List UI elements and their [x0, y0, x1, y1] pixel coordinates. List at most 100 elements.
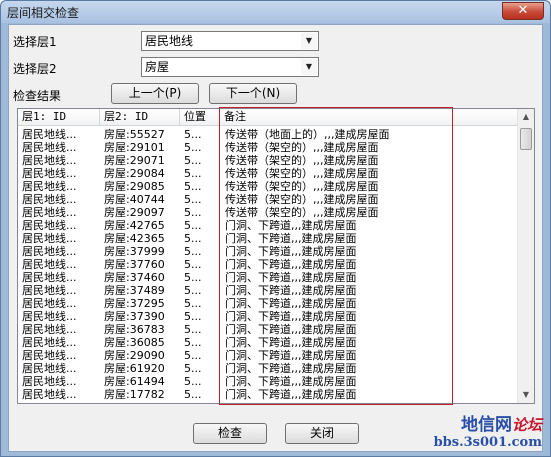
- cell-position: 5...: [184, 219, 202, 232]
- cell-layer1-id: 居民地线...: [22, 167, 77, 180]
- table-row[interactable]: 居民地线... 房屋:36783 5... 门洞、下跨道,,,建成房屋面: [18, 323, 518, 336]
- cell-remark: 传送带（架空的）,,,建成房屋面: [225, 180, 379, 193]
- table-row[interactable]: 居民地线... 房屋:29071 5... 传送带（架空的）,,,建成房屋面: [18, 154, 518, 167]
- cell-layer1-id: 居民地线...: [22, 245, 77, 258]
- table-row[interactable]: 居民地线... 房屋:37390 5... 门洞、下跨道,,,建成房屋面: [18, 310, 518, 323]
- cell-remark: 传送带（架空的）,,,建成房屋面: [225, 167, 379, 180]
- table-row[interactable]: 居民地线... 房屋:29084 5... 传送带（架空的）,,,建成房屋面: [18, 167, 518, 180]
- table-row[interactable]: 居民地线... 房屋:55527 5... 传送带（地面上的）,,,建成房屋面: [18, 128, 518, 141]
- cell-remark: 门洞、下跨道,,,建成房屋面: [225, 245, 357, 258]
- layer1-select[interactable]: 居民地线 ▼: [141, 31, 319, 51]
- cell-position: 5...: [184, 349, 202, 362]
- table-row[interactable]: 居民地线... 房屋:61494 5... 门洞、下跨道,,,建成房屋面: [18, 375, 518, 388]
- table-row[interactable]: 居民地线... 房屋:40744 5... 传送带（架空的）,,,建成房屋面: [18, 193, 518, 206]
- cell-position: 5...: [184, 258, 202, 271]
- cell-layer1-id: 居民地线...: [22, 310, 77, 323]
- cell-position: 5...: [184, 388, 202, 401]
- cell-position: 5...: [184, 128, 202, 141]
- close-window-button[interactable]: ✕: [502, 2, 544, 20]
- table-row[interactable]: 居民地线... 房屋:37295 5... 门洞、下跨道,,,建成房屋面: [18, 297, 518, 310]
- table-row[interactable]: 居民地线... 房屋:29097 5... 传送带（架空的）,,,建成房屋面: [18, 206, 518, 219]
- cell-layer1-id: 居民地线...: [22, 258, 77, 271]
- cell-remark: 门洞、下跨道,,,建成房屋面: [225, 323, 357, 336]
- table-row[interactable]: 居民地线... 房屋:61920 5... 门洞、下跨道,,,建成房屋面: [18, 362, 518, 375]
- table-row[interactable]: 居民地线... 房屋:37489 5... 门洞、下跨道,,,建成房屋面: [18, 284, 518, 297]
- cell-remark: 门洞、下跨道,,,建成房屋面: [225, 336, 357, 349]
- cell-layer1-id: 居民地线...: [22, 388, 77, 401]
- cell-remark: 门洞、下跨道,,,建成房屋面: [225, 362, 357, 375]
- layer2-select-value: 房屋: [145, 60, 170, 74]
- cell-remark: 门洞、下跨道,,,建成房屋面: [225, 219, 357, 232]
- cell-layer1-id: 居民地线...: [22, 271, 77, 284]
- cell-remark: 门洞、下跨道,,,建成房屋面: [225, 310, 357, 323]
- cell-layer2-id: 房屋:37390: [104, 310, 165, 323]
- cell-layer2-id: 房屋:29101: [104, 141, 165, 154]
- cell-remark: 门洞、下跨道,,,建成房屋面: [225, 271, 357, 284]
- result-table[interactable]: 层1: ID 层2: ID 位置 备注 居民地线... 房屋:55527 5... 传…: [17, 108, 535, 404]
- cell-layer2-id: 房屋:40744: [104, 193, 165, 206]
- check-button[interactable]: 检查: [193, 423, 267, 444]
- table-row[interactable]: 居民地线... 房屋:37999 5... 门洞、下跨道,,,建成房屋面: [18, 245, 518, 258]
- cell-layer1-id: 居民地线...: [22, 219, 77, 232]
- cell-position: 5...: [184, 245, 202, 258]
- cell-position: 5...: [184, 141, 202, 154]
- scrollbar-thumb[interactable]: [520, 128, 532, 150]
- cell-remark: 传送带（地面上的）,,,建成房屋面: [225, 128, 390, 141]
- dialog-window: 层间相交检查 ✕ 选择层1 居民地线 ▼ 选择层2 房屋 ▼ 检查结果 上一个(…: [0, 0, 551, 457]
- cell-layer1-id: 居民地线...: [22, 349, 77, 362]
- cell-position: 5...: [184, 206, 202, 219]
- table-row[interactable]: 居民地线... 房屋:37460 5... 门洞、下跨道,,,建成房屋面: [18, 271, 518, 284]
- watermark-logo: 地信网论坛 bbs.3s001.com: [434, 410, 542, 450]
- cell-layer1-id: 居民地线...: [22, 180, 77, 193]
- table-row[interactable]: 居民地线... 房屋:42365 5... 门洞、下跨道,,,建成房屋面: [18, 232, 518, 245]
- cell-position: 5...: [184, 232, 202, 245]
- cell-layer2-id: 房屋:37295: [104, 297, 165, 310]
- chevron-down-icon[interactable]: ▼: [301, 33, 317, 49]
- cell-layer2-id: 房屋:29090: [104, 349, 165, 362]
- result-label: 检查结果: [13, 89, 62, 103]
- cell-remark: 门洞、下跨道,,,建成房屋面: [225, 388, 357, 401]
- chevron-down-icon[interactable]: ▼: [301, 59, 317, 75]
- cell-remark: 传送带（架空的）,,,建成房屋面: [225, 154, 379, 167]
- next-button[interactable]: 下一个(N): [209, 83, 297, 104]
- table-row[interactable]: 居民地线... 房屋:36085 5... 门洞、下跨道,,,建成房屋面: [18, 336, 518, 349]
- table-row[interactable]: 居民地线... 房屋:29101 5... 传送带（架空的）,,,建成房屋面: [18, 141, 518, 154]
- cell-layer2-id: 房屋:29071: [104, 154, 165, 167]
- layer2-label: 选择层2: [13, 62, 57, 76]
- table-row[interactable]: 居民地线... 房屋:29085 5... 传送带（架空的）,,,建成房屋面: [18, 180, 518, 193]
- prev-button[interactable]: 上一个(P): [111, 83, 199, 104]
- cell-layer2-id: 房屋:29097: [104, 206, 165, 219]
- cell-layer1-id: 居民地线...: [22, 323, 77, 336]
- scroll-up-icon[interactable]: ▲: [518, 109, 534, 125]
- title-bar[interactable]: 层间相交检查 ✕: [1, 1, 550, 23]
- scroll-down-icon[interactable]: ▼: [518, 387, 534, 403]
- cell-remark: 门洞、下跨道,,,建成房屋面: [225, 297, 357, 310]
- cell-position: 5...: [184, 297, 202, 310]
- cell-layer1-id: 居民地线...: [22, 362, 77, 375]
- cell-layer2-id: 房屋:29084: [104, 167, 165, 180]
- cell-layer1-id: 居民地线...: [22, 284, 77, 297]
- column-header-layer2-id[interactable]: 层2: ID: [100, 109, 180, 126]
- table-row[interactable]: 居民地线... 房屋:29090 5... 门洞、下跨道,,,建成房屋面: [18, 349, 518, 362]
- column-header-layer1-id[interactable]: 层1: ID: [18, 109, 100, 126]
- cell-layer1-id: 居民地线...: [22, 297, 77, 310]
- column-header-remark[interactable]: 备注: [220, 109, 518, 126]
- cell-layer1-id: 居民地线...: [22, 128, 77, 141]
- table-row[interactable]: 居民地线... 房屋:42765 5... 门洞、下跨道,,,建成房屋面: [18, 219, 518, 232]
- cell-layer1-id: 居民地线...: [22, 154, 77, 167]
- table-row[interactable]: 居民地线... 房屋:17782 5... 门洞、下跨道,,,建成房屋面: [18, 388, 518, 401]
- column-header-position[interactable]: 位置: [180, 109, 220, 126]
- layer2-select[interactable]: 房屋 ▼: [141, 57, 319, 77]
- cell-layer2-id: 房屋:37760: [104, 258, 165, 271]
- cell-remark: 门洞、下跨道,,,建成房屋面: [225, 375, 357, 388]
- cell-layer2-id: 房屋:37999: [104, 245, 165, 258]
- cell-remark: 门洞、下跨道,,,建成房屋面: [225, 284, 357, 297]
- cell-position: 5...: [184, 362, 202, 375]
- table-row[interactable]: 居民地线... 房屋:37760 5... 门洞、下跨道,,,建成房屋面: [18, 258, 518, 271]
- cell-remark: 传送带（架空的）,,,建成房屋面: [225, 141, 379, 154]
- vertical-scrollbar[interactable]: ▲ ▼: [517, 109, 534, 403]
- close-button[interactable]: 关闭: [285, 423, 359, 444]
- cell-layer1-id: 居民地线...: [22, 375, 77, 388]
- cell-layer2-id: 房屋:42765: [104, 219, 165, 232]
- cell-remark: 门洞、下跨道,,,建成房屋面: [225, 232, 357, 245]
